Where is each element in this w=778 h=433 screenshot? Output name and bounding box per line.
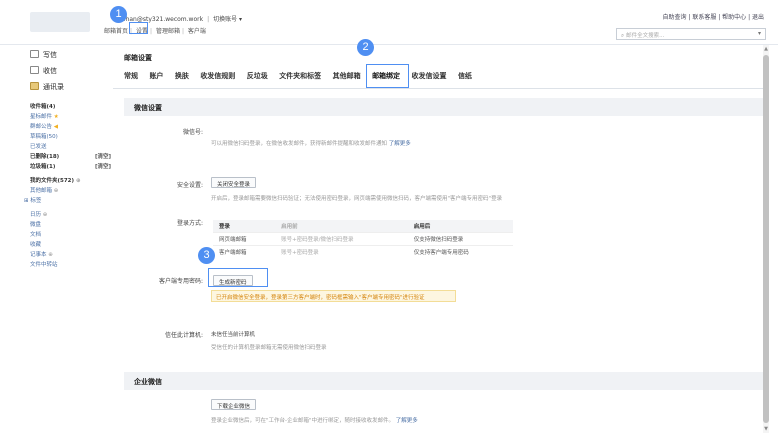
wechat-section-header: 微信设置 [124, 98, 763, 116]
tab-other-mailbox[interactable]: 其他邮箱 [333, 72, 361, 80]
sidebar-item-favorites[interactable]: 收藏 [30, 240, 41, 248]
table-header: 登录 [213, 220, 276, 233]
sidebar-item-transfer[interactable]: 文件中转站 [30, 260, 58, 268]
sidebar-item-my-folders[interactable]: 我的文件夹(572) ⊕ [30, 176, 81, 184]
settings-content: 邮箱设置 常规 账户 换肤 收发信规则 反垃圾 文件夹和标签 其他邮箱 邮箱绑定… [113, 45, 763, 433]
tab-skin[interactable]: 换肤 [175, 72, 189, 80]
highlight-settings [129, 22, 148, 34]
highlight-binding-tab [366, 64, 409, 88]
highlight-generate-password [208, 268, 268, 287]
trusted-note: 受信任的计算机登录邮箱无需使用微信扫码登录 [211, 345, 327, 351]
learn-more-link[interactable]: 了解更多 [396, 418, 418, 424]
sidebar-item-starred[interactable]: 星标邮件 ★ [30, 112, 59, 120]
lock-icon: ⊕ [48, 252, 53, 258]
wechat-note: 可以用微信扫码登录，在微信收发邮件，获得新邮件提醒和收发邮件通知 了解更多 [211, 141, 411, 147]
search-placeholder: 邮件全文搜索... [626, 33, 665, 39]
subnav-manage[interactable]: 管理邮箱 [156, 28, 180, 35]
sidebar-item-docs[interactable]: 文档 [30, 230, 41, 238]
download-wecom-button[interactable]: 下载企业微信 [211, 399, 257, 410]
lock-icon: ⊕ [53, 188, 59, 194]
security-note: 开启后，登录邮箱需要微信扫码验证；无法使用密码登录，网页端需使用微信扫码，客户端… [211, 196, 503, 202]
tab-stationery[interactable]: 信纸 [458, 72, 472, 80]
client-password-label: 客户端专用密码: [158, 278, 203, 285]
subnav-client[interactable]: 客户端 [188, 28, 206, 35]
step-badge-2: 2 [357, 39, 374, 56]
tab-antispam[interactable]: 反垃圾 [247, 72, 268, 80]
sidebar-item-inbox[interactable]: 收件箱(4) [30, 102, 55, 110]
write-button[interactable]: 写信 [30, 50, 57, 60]
trusted-computer-label: 信任此计算机: [164, 332, 203, 339]
learn-more-link[interactable]: 了解更多 [389, 141, 411, 147]
table-header: 启用前 [275, 220, 408, 233]
tab-general[interactable]: 常规 [124, 72, 138, 80]
star-icon: ★ [53, 114, 59, 120]
top-links[interactable]: 自助查询 | 联系客服 | 帮助中心 | 退出 [662, 12, 764, 21]
tab-send-receive[interactable]: 收发信设置 [412, 72, 447, 80]
scroll-thumb[interactable] [763, 55, 769, 423]
sidebar-item-spam[interactable]: 垃圾箱(1) [清空] [30, 162, 111, 170]
login-method-table: 登录 启用前 启用后 网页端邮箱 账号+密码登录/微信扫码登录 仅支持微信扫码登… [213, 220, 513, 258]
megaphone-icon: ◀ [53, 124, 58, 130]
table-row: 网页端邮箱 账号+密码登录/微信扫码登录 仅支持微信扫码登录 [213, 232, 513, 246]
switch-account-link[interactable]: 切换账号 [213, 16, 237, 23]
settings-tabs: 常规 账户 换肤 收发信规则 反垃圾 文件夹和标签 其他邮箱 邮箱绑定 收发信设… [124, 71, 481, 81]
pencil-icon [30, 50, 39, 58]
empty-spam-link[interactable]: [清空] [95, 162, 111, 170]
scroll-up-icon[interactable]: ▲ [763, 46, 769, 52]
table-row: 客户端邮箱 账号+密码登录 仅支持客户端专用密码 [213, 245, 513, 258]
sidebar-item-drafts[interactable]: 草稿箱(50) [30, 132, 58, 140]
step-badge-3: 3 [198, 247, 215, 264]
enterprise-note: 登录企业微信后，可在"工作台-企业邮箱"中进行绑定，随时接收收发邮件。 了解更多 [211, 418, 418, 424]
tab-divider [113, 88, 763, 89]
wechat-label: 微信号: [182, 129, 203, 136]
page-title: 邮箱设置 [124, 54, 152, 62]
step-badge-1: 1 [110, 6, 127, 23]
enterprise-section-header: 企业微信 [124, 372, 763, 390]
sidebar-item-calendar[interactable]: 日历 ⊕ [30, 210, 47, 218]
contacts-book-icon [30, 82, 39, 90]
sidebar-item-other-mailbox[interactable]: 其他邮箱 ⊕ [30, 186, 58, 194]
trusted-status: 未信任当前计算机 [211, 332, 256, 338]
sidebar-item-announcements[interactable]: 群邮公告 ◀ [30, 122, 58, 130]
chevron-down-icon[interactable]: ▾ [758, 30, 761, 37]
lock-icon: ⊕ [42, 212, 48, 218]
table-header: 启用后 [407, 220, 513, 233]
inbox-button[interactable]: 收信 [30, 66, 57, 76]
tab-account[interactable]: 账户 [149, 72, 163, 80]
sidebar-item-notepad[interactable]: 记事本 ⊕ [30, 250, 53, 258]
sidebar-item-deleted[interactable]: 已删除(18) [清空] [30, 152, 111, 160]
lock-icon: ⊕ [75, 178, 81, 184]
security-label: 安全设置: [176, 182, 203, 189]
tab-folders[interactable]: 文件夹和标签 [279, 72, 321, 80]
expand-icon: ⊞ [24, 198, 29, 204]
sub-navigation: 邮箱首页 | 设置 | 管理邮箱 | 客户端 [104, 28, 206, 35]
page-scrollbar[interactable]: ▲ ▼ [763, 45, 769, 433]
login-method-label: 登录方式: [176, 220, 203, 227]
tab-rules[interactable]: 收发信规则 [200, 72, 235, 80]
sidebar-item-sent[interactable]: 已发送 [30, 142, 47, 150]
inbox-icon [30, 66, 39, 74]
search-icon: ⌕ [621, 33, 625, 39]
sidebar: 写信 收信 通讯录 收件箱(4) 星标邮件 ★ 群邮公告 ◀ 草稿箱(50) 已… [0, 45, 113, 433]
client-password-warning: 已开启微信安全登录，登录第三方客户端时，密码框需输入"客户端专用密码"进行验证 [211, 290, 456, 302]
sidebar-item-tags[interactable]: ⊞ 标签 [24, 196, 41, 204]
company-logo [30, 12, 90, 32]
sidebar-item-drive[interactable]: 微盘 [30, 220, 41, 228]
disable-secure-login-button[interactable]: 关闭安全登录 [211, 177, 257, 188]
contacts-button[interactable]: 通讯录 [30, 82, 64, 92]
subnav-home[interactable]: 邮箱首页 [104, 28, 128, 35]
empty-deleted-link[interactable]: [清空] [95, 152, 111, 160]
scroll-down-icon[interactable]: ▼ [763, 426, 769, 432]
search-input[interactable]: ⌕ 邮件全文搜索... ▾ [616, 28, 766, 40]
